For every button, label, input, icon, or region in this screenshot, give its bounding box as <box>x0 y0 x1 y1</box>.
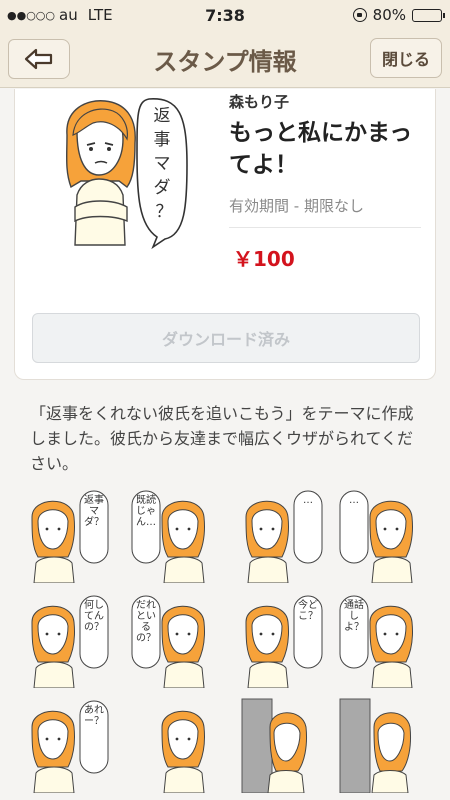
sticker-preview[interactable] <box>232 697 328 794</box>
battery-percent: 80% <box>372 6 406 24</box>
stamp-description: 「返事をくれない彼氏を追いこもう」をテーマに作成しました。彼氏から友達まで幅広く… <box>30 404 414 473</box>
battery-icon <box>412 8 445 22</box>
stamp-author[interactable]: 森もり子 <box>229 91 289 112</box>
divider <box>229 227 421 228</box>
svg-text:ダ: ダ <box>154 178 171 198</box>
sticker-speech-text: … <box>303 495 313 506</box>
sticker-preview[interactable]: 返事マダ？ <box>18 487 114 584</box>
svg-text:返: 返 <box>154 106 171 126</box>
sticker-preview[interactable] <box>336 697 432 794</box>
svg-text:？: ？ <box>156 202 173 222</box>
sticker-illustration <box>241 698 307 794</box>
navigation-bar: スタンプ情報 閉じる <box>0 30 450 88</box>
sticker-preview[interactable]: 通話しよ？ <box>336 592 432 689</box>
sticker-speech-text: あれー？ <box>84 705 104 727</box>
sticker-speech-text: … <box>349 495 359 506</box>
sticker-preview[interactable]: 何してんの？ <box>18 592 114 689</box>
validity-period: 有効期間 - 期限なし <box>229 197 364 215</box>
stamp-main-image: 返 事 マ ダ ？ <box>65 98 188 250</box>
download-button[interactable]: ダウンロード済み <box>32 313 420 363</box>
sticker-preview[interactable] <box>128 697 224 794</box>
sticker-preview[interactable]: だれといるの？ <box>128 592 224 689</box>
sticker-illustration <box>339 698 411 794</box>
svg-text:事: 事 <box>154 130 171 150</box>
sticker-speech-text: 通話しよ？ <box>344 600 364 633</box>
stamp-info-card: 返 事 マ ダ ？ 森もり子 もっと私にかまってよ！ 有効期間 - 期限なし ￥… <box>14 89 436 380</box>
sticker-speech-text: 既読じゃん… <box>136 495 156 528</box>
stamp-price: ￥100 <box>233 247 295 271</box>
svg-text:マ: マ <box>154 154 171 174</box>
sticker-preview[interactable]: … <box>336 487 432 584</box>
scroll-content[interactable]: 返 事 マ ダ ？ 森もり子 もっと私にかまってよ！ 有効期間 - 期限なし ￥… <box>0 89 450 800</box>
sticker-preview[interactable]: あれー？ <box>18 697 114 794</box>
sticker-preview[interactable]: … <box>232 487 328 584</box>
stamp-title: もっと私にかまってよ！ <box>229 120 413 178</box>
sticker-preview[interactable]: 今どこ？ <box>232 592 328 689</box>
sticker-speech-text: 今どこ？ <box>298 600 318 622</box>
sticker-illustration <box>161 710 205 794</box>
status-bar: ●●○○○ au LTE 7:38 80% <box>0 0 450 30</box>
close-button[interactable]: 閉じる <box>370 38 442 78</box>
rotation-lock-icon <box>352 8 367 22</box>
sticker-speech-text: だれといるの？ <box>136 600 156 644</box>
sticker-speech-text: 何してんの？ <box>84 600 104 633</box>
sticker-speech-text: 返事マダ？ <box>84 495 104 528</box>
sticker-preview[interactable]: 既読じゃん… <box>128 487 224 584</box>
